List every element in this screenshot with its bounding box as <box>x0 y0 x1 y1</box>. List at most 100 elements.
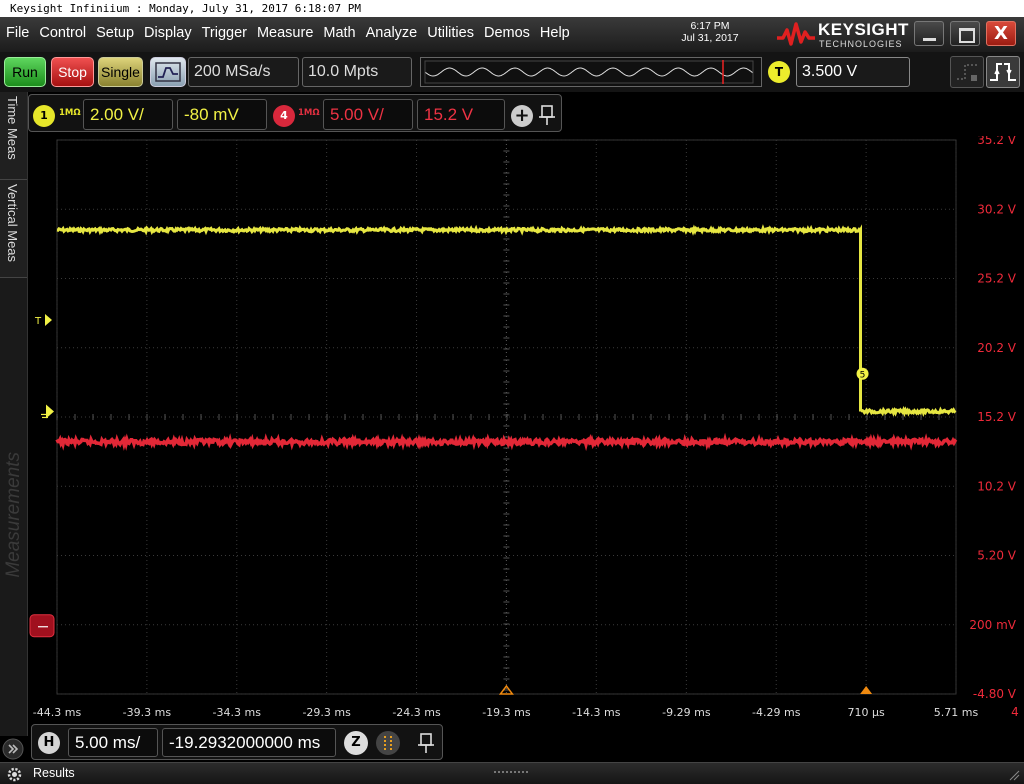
trigger-setup-icon <box>957 64 977 81</box>
trigger-level-marker-label: T <box>34 316 42 327</box>
single-button[interactable]: Single <box>98 57 143 87</box>
graticule <box>56 139 957 695</box>
voltage-tick-label: -4.80 V <box>973 687 1017 701</box>
trigger-edge-button[interactable] <box>986 56 1020 88</box>
channel-overflow-label: 4 <box>1011 705 1019 719</box>
channel-4-impedance: 1MΩ <box>298 108 320 118</box>
menu-demos[interactable]: Demos <box>484 25 530 41</box>
menu-help[interactable]: Help <box>540 25 570 41</box>
voltage-tick-label: 30.2 V <box>977 202 1017 216</box>
memory-depth-field[interactable]: 10.0 Mpts <box>302 57 412 87</box>
stop-button[interactable]: Stop <box>51 57 94 87</box>
tab-time-meas[interactable]: Time Meas <box>0 92 27 180</box>
time-tick-label: 710 µs <box>848 706 885 719</box>
clock-date: Jul 31, 2017 <box>681 32 739 44</box>
trigger-position-marker-icon <box>860 686 873 694</box>
close-icon: X <box>994 23 1008 44</box>
channel-4-scale-field[interactable]: 5.00 V/ <box>323 99 413 130</box>
horizontal-badge[interactable]: H <box>38 732 60 754</box>
menu-analyze[interactable]: Analyze <box>366 25 418 41</box>
results-bar[interactable]: Results <box>0 762 1024 784</box>
toolbar: Run Stop Single 200 MSa/s 10.0 Mpts T 3.… <box>0 52 1024 92</box>
channel-1-ground-marker-icon <box>46 404 54 419</box>
clock: 6:17 PM Jul 31, 2017 <box>660 20 760 44</box>
channel-1-impedance: 1MΩ <box>59 108 81 118</box>
channel-1-badge[interactable]: 1 <box>33 105 55 127</box>
plot-markers: T5 <box>29 314 873 695</box>
menu-display[interactable]: Display <box>144 25 192 41</box>
time-tick-label: -14.3 ms <box>572 706 621 719</box>
expand-sidebar-icon[interactable] <box>0 736 28 762</box>
voltage-tick-label: 35.2 V <box>977 136 1017 147</box>
menu-utilities[interactable]: Utilities <box>427 25 474 41</box>
marker-5-label: 5 <box>860 370 866 380</box>
trigger-setup-button[interactable] <box>950 56 984 88</box>
time-position-field[interactable]: -19.2932000000 ms <box>162 728 336 757</box>
window-title: Keysight Infiniium : Monday, July 31, 20… <box>0 0 1024 17</box>
add-channel-button[interactable]: + <box>511 105 533 127</box>
gear-icon[interactable] <box>6 766 23 783</box>
menu-setup[interactable]: Setup <box>96 25 134 41</box>
results-label: Results <box>33 766 75 780</box>
trigger-badge: T <box>768 61 790 83</box>
voltage-tick-label: 25.2 V <box>977 272 1017 286</box>
trace-channel-4 <box>55 432 958 452</box>
cursor-button[interactable] <box>376 731 400 755</box>
time-axis-labels: -44.3 ms -39.3 ms -34.3 ms -29.3 ms -24.3 ms… <box>33 705 1019 719</box>
close-button[interactable]: X <box>986 21 1016 46</box>
overview-waveform <box>424 60 754 84</box>
voltage-tick-label: 10.2 V <box>977 479 1017 493</box>
horizontal-settings: H 5.00 ms/ -19.2932000000 ms Z <box>31 724 443 760</box>
time-tick-label: -9.29 ms <box>662 706 711 719</box>
channel-4-ground-marker-icon <box>29 614 55 638</box>
waveform-overview[interactable] <box>420 57 762 87</box>
trigger-level-field[interactable]: 3.500 V <box>796 57 910 87</box>
trigger-edge-icon <box>990 63 1016 81</box>
resize-corner-icon[interactable] <box>1008 769 1020 781</box>
measurements-watermark: Measurements <box>3 452 24 578</box>
maximize-button[interactable] <box>950 21 980 46</box>
tab-vertical-meas-label: Vertical Meas <box>5 184 20 263</box>
pin-icon[interactable] <box>537 103 557 127</box>
time-scale-field[interactable]: 5.00 ms/ <box>68 728 158 757</box>
keysight-wave-icon <box>777 22 815 46</box>
time-tick-label: -44.3 ms <box>33 706 82 719</box>
channel-4-badge[interactable]: 4 <box>273 105 295 127</box>
tab-time-meas-label: Time Meas <box>5 96 20 160</box>
menu-list: File Control Setup Display Trigger Measu… <box>6 25 580 41</box>
time-tick-label: -29.3 ms <box>302 706 351 719</box>
channel-4-offset-field[interactable]: 15.2 V <box>417 99 505 130</box>
channel-bar: 1 1MΩ 2.00 V/ -80 mV 4 1MΩ 5.00 V/ 15.2 … <box>28 92 1024 136</box>
cursor-icon <box>384 736 392 750</box>
channel-1-scale-field[interactable]: 2.00 V/ <box>83 99 173 130</box>
menu-bar: File Control Setup Display Trigger Measu… <box>0 17 1024 52</box>
waveform-chart[interactable]: 35.2 V 30.2 V 25.2 V 20.2 V 15.2 V 10.2 V 5.20… <box>28 136 1024 736</box>
menu-file[interactable]: File <box>6 25 29 41</box>
time-tick-label: -24.3 ms <box>392 706 441 719</box>
tab-vertical-meas[interactable]: Vertical Meas <box>0 180 27 278</box>
trigger-level-marker-icon <box>45 314 52 327</box>
autoscale-button[interactable] <box>150 57 186 87</box>
pin-icon[interactable] <box>416 731 436 755</box>
logo-subtitle: TECHNOLOGIES <box>819 39 903 49</box>
menu-math[interactable]: Math <box>323 25 355 41</box>
menu-trigger[interactable]: Trigger <box>202 25 247 41</box>
voltage-tick-label: 15.2 V <box>977 410 1017 424</box>
waveform-display[interactable]: 35.2 V 30.2 V 25.2 V 20.2 V 15.2 V 10.2 V 5.20… <box>28 136 1024 736</box>
keysight-logo: KEYSIGHT TECHNOLOGIES <box>776 20 911 50</box>
time-tick-label: 5.71 ms <box>934 706 979 719</box>
autoscale-icon <box>155 62 181 82</box>
menu-control[interactable]: Control <box>39 25 86 41</box>
run-button[interactable]: Run <box>4 57 46 87</box>
time-tick-label: -39.3 ms <box>123 706 172 719</box>
logo-name: KEYSIGHT <box>818 20 909 39</box>
results-resize-grip[interactable] <box>494 771 528 775</box>
sample-rate-field[interactable]: 200 MSa/s <box>188 57 299 87</box>
minimize-button[interactable] <box>914 21 944 46</box>
voltage-tick-label: 5.20 V <box>977 549 1017 563</box>
channel-settings: 1 1MΩ 2.00 V/ -80 mV 4 1MΩ 5.00 V/ 15.2 … <box>28 94 562 132</box>
channel-1-offset-field[interactable]: -80 mV <box>177 99 267 130</box>
voltage-tick-label: 200 mV <box>969 618 1016 632</box>
menu-measure[interactable]: Measure <box>257 25 313 41</box>
zoom-button[interactable]: Z <box>344 731 368 755</box>
